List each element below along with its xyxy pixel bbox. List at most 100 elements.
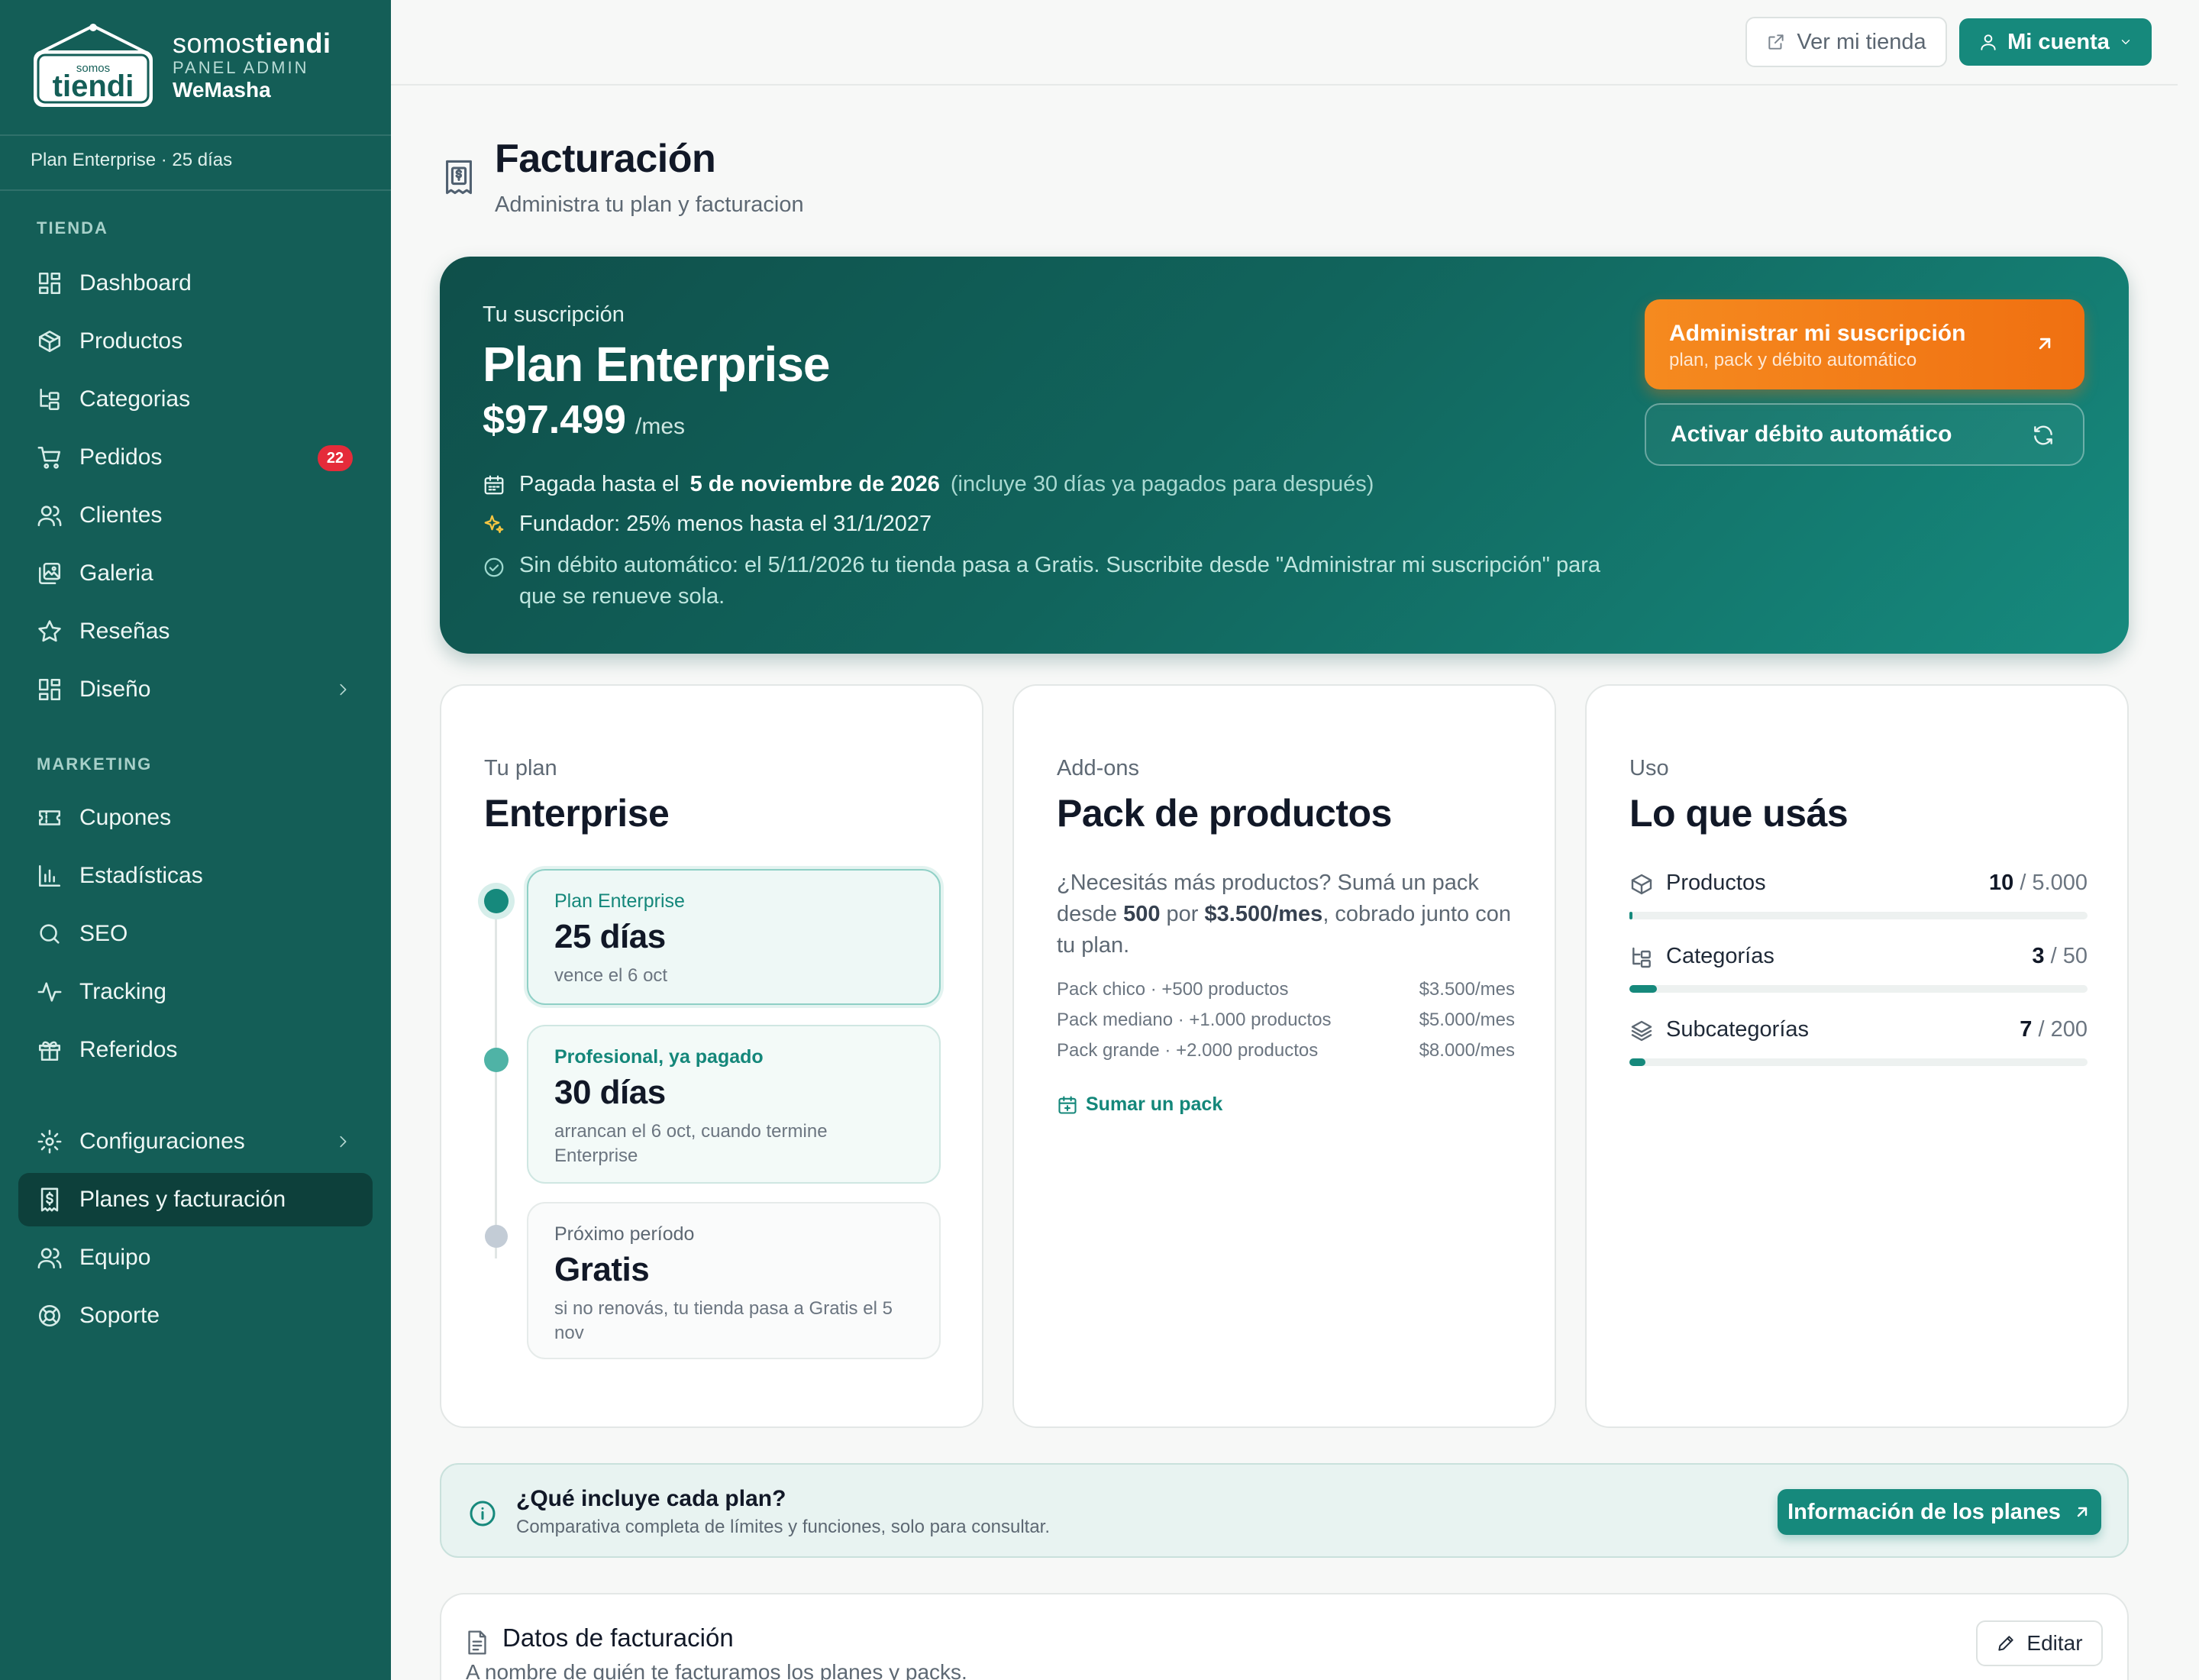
refresh-icon	[2034, 425, 2052, 445]
plans-info-button[interactable]: Información de los planes	[1778, 1489, 2101, 1535]
gear-icon	[37, 1129, 62, 1154]
brand[interactable]: somos tiendi somostiendi PANEL ADMIN WeM…	[31, 23, 374, 115]
gallery-icon	[38, 562, 61, 585]
timeline-value: Gratis	[554, 1251, 650, 1288]
sidebar-item-estadisticas[interactable]: Estadísticas	[18, 849, 373, 903]
view-store-button[interactable]: Ver mi tienda	[1745, 17, 1947, 67]
sidebar: somos tiendi somostiendi PANEL ADMIN WeM…	[0, 0, 391, 1680]
usage-name: Categorías	[1666, 944, 1774, 968]
manage-subscription-button[interactable]: Administrar mi suscripción plan, pack y …	[1645, 299, 2084, 389]
sidebar-item-galeria[interactable]: Galeria	[18, 547, 373, 600]
usage-bar	[1629, 912, 2088, 919]
activate-auto-debit-button[interactable]: Activar débito automático	[1645, 403, 2084, 466]
hero-kicker: Tu suscripción	[483, 302, 625, 327]
hero-price: $97.499	[483, 398, 626, 442]
hero-plan-name: Plan Enterprise	[483, 337, 830, 392]
layout-icon	[38, 678, 61, 701]
edit-billing-button[interactable]: Editar	[1976, 1620, 2103, 1666]
sidebar-item-categorias[interactable]: Categorias	[18, 373, 373, 426]
sidebar-item-tracking[interactable]: Tracking	[18, 965, 373, 1019]
timeline-dot-current	[484, 889, 509, 913]
arrow-up-right-icon	[2039, 338, 2051, 350]
external-link-icon	[1768, 34, 1784, 50]
timeline-item-current: Plan Enterprise 25 días vence el 6 oct	[527, 869, 941, 1005]
sidebar-item-seo[interactable]: SEO	[18, 907, 373, 961]
add-pack-label: Sumar un pack	[1086, 1094, 1223, 1115]
addons-card-title: Pack de productos	[1057, 792, 1392, 835]
cart-icon	[37, 446, 61, 469]
orders-count-badge: 22	[318, 445, 353, 471]
paid-note: (incluye 30 días ya pagados para después…	[950, 472, 1374, 496]
account-menu-button[interactable]: Mi cuenta	[1959, 18, 2152, 66]
usage-card: Uso Lo que usás Productos 10 / 5.000 Cat…	[1585, 684, 2129, 1428]
usage-count: 3 / 50	[2032, 944, 2088, 968]
usage-bar-fill	[1629, 1058, 1645, 1066]
timeline-kicker: Plan Enterprise	[554, 890, 685, 912]
sidebar-item-label: Planes y facturación	[79, 1187, 286, 1212]
sidebar-item-label: SEO	[79, 921, 128, 946]
add-pack-link[interactable]: Sumar un pack	[1057, 1094, 1222, 1116]
activity-icon	[37, 982, 62, 1002]
bar-chart-icon	[38, 864, 61, 887]
section-title-marketing: MARKETING	[37, 754, 153, 774]
usage-bar	[1629, 1058, 2088, 1066]
sidebar-item-diseno[interactable]: Diseño	[18, 663, 373, 716]
info-icon	[470, 1501, 496, 1527]
usage-row-subcategorias: Subcategorías 7 / 200	[1629, 1017, 2088, 1071]
usage-name: Productos	[1666, 871, 1766, 895]
timeline-line	[495, 907, 497, 1258]
user-icon	[1981, 34, 1996, 50]
pack-row: Pack chico · +500 productos $3.500/mes	[1057, 979, 1515, 1000]
activate-auto-debit-label: Activar débito automático	[1671, 422, 1952, 447]
manage-subscription-sub: plan, pack y débito automático	[1669, 350, 1917, 370]
box-icon	[1631, 874, 1652, 895]
usage-row-categorias: Categorías 3 / 50	[1629, 944, 2088, 997]
usage-bar-fill	[1629, 985, 1657, 993]
timeline-dot-future	[485, 1225, 508, 1248]
section-title-tienda: TIENDA	[37, 218, 108, 237]
usage-name: Subcategorías	[1666, 1017, 1810, 1042]
hero-price-period: /mes	[635, 414, 686, 439]
sidebar-item-label: Reseñas	[79, 619, 170, 644]
usage-count: 10 / 5.000	[1988, 871, 2088, 895]
sidebar-item-label: Tracking	[79, 979, 166, 1004]
manage-subscription-label: Administrar mi suscripción	[1669, 321, 1966, 346]
sidebar-item-label: Pedidos	[79, 444, 163, 470]
sidebar-item-cupones[interactable]: Cupones	[18, 791, 373, 845]
timeline-value: 25 días	[554, 918, 666, 955]
subscription-hero: Tu suscripción Plan Enterprise $97.499 /…	[440, 257, 2129, 654]
timeline-value: 30 días	[554, 1074, 666, 1111]
sidebar-item-label: Dashboard	[79, 270, 192, 296]
sidebar-item-resenas[interactable]: Reseñas	[18, 605, 373, 658]
sparkles-icon	[484, 515, 504, 534]
usage-bar-fill	[1629, 912, 1632, 919]
star-icon	[38, 620, 61, 642]
usage-card-title: Lo que usás	[1629, 792, 1849, 835]
usage-count: 7 / 200	[2020, 1017, 2088, 1042]
search-icon	[40, 924, 60, 944]
sidebar-item-planes-facturacion[interactable]: Planes y facturación	[18, 1173, 373, 1226]
box-icon	[38, 330, 61, 353]
category-tree-icon	[40, 388, 60, 411]
pack-price: $5.000/mes	[1419, 1010, 1515, 1030]
sidebar-item-pedidos[interactable]: Pedidos 22	[18, 431, 373, 484]
team-icon	[37, 1248, 62, 1269]
sidebar-item-dashboard[interactable]: Dashboard	[18, 257, 373, 310]
store-name: WeMasha	[173, 78, 271, 102]
sidebar-item-label: Galeria	[79, 561, 153, 586]
sidebar-item-equipo[interactable]: Equipo	[18, 1231, 373, 1284]
receipt-icon	[40, 1187, 59, 1212]
addons-card-kicker: Add-ons	[1057, 756, 1140, 780]
plans-info-title: ¿Qué incluye cada plan?	[516, 1486, 786, 1511]
addons-description: ¿Necesitás más productos? Sumá un pack d…	[1057, 871, 1511, 958]
sidebar-item-configuraciones[interactable]: Configuraciones	[18, 1115, 373, 1168]
sidebar-item-referidos[interactable]: Referidos	[18, 1023, 373, 1077]
sidebar-item-soporte[interactable]: Soporte	[18, 1289, 373, 1342]
layers-icon	[1631, 1020, 1652, 1042]
sidebar-item-clientes[interactable]: Clientes	[18, 489, 373, 542]
sidebar-item-productos[interactable]: Productos	[18, 315, 373, 368]
receipt-icon	[446, 160, 472, 195]
plan-card-title: Enterprise	[484, 792, 670, 835]
paid-until-row: Pagada hasta el 5 de noviembre de 2026 (…	[483, 472, 1374, 497]
account-label: Mi cuenta	[2007, 29, 2110, 54]
